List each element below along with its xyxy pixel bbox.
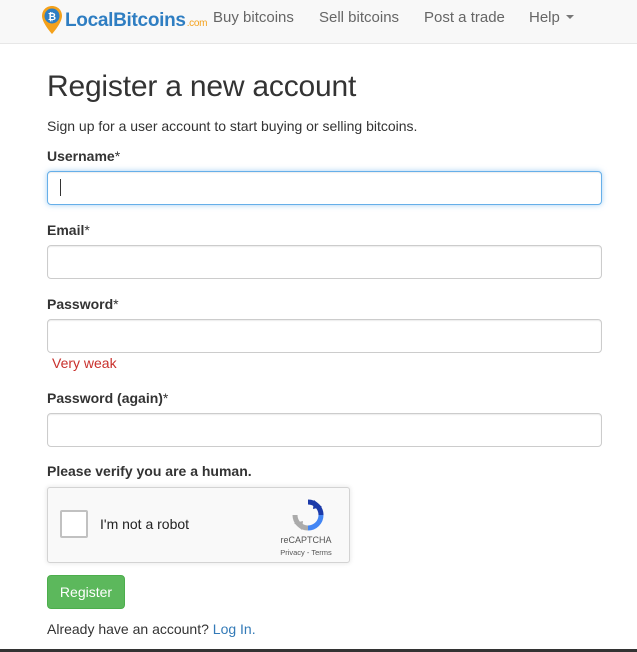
email-label: Email* xyxy=(47,222,90,238)
nav-sell-bitcoins[interactable]: Sell bitcoins xyxy=(319,0,399,44)
password-again-input[interactable] xyxy=(47,413,602,447)
human-verification-label: Please verify you are a human. xyxy=(47,463,252,479)
brand-name: LocalBitcoins.com xyxy=(65,9,208,31)
recaptcha-label: I'm not a robot xyxy=(100,516,190,532)
username-label: Username* xyxy=(47,148,121,164)
nav-help-dropdown[interactable]: Help xyxy=(529,0,574,44)
recaptcha-logo-icon xyxy=(291,498,325,532)
email-input[interactable] xyxy=(47,245,602,279)
nav-help-label: Help xyxy=(529,9,560,26)
recaptcha-checkbox[interactable] xyxy=(60,510,88,538)
recaptcha-terms-link[interactable]: Terms xyxy=(311,548,331,557)
login-link[interactable]: Log In. xyxy=(213,621,256,637)
text-cursor xyxy=(60,179,61,196)
recaptcha-widget: I'm not a robot reCAPTCHA Privacy - Term… xyxy=(47,487,350,563)
page-subtitle: Sign up for a user account to start buyi… xyxy=(47,118,418,134)
username-input[interactable] xyxy=(47,171,602,205)
recaptcha-privacy-link[interactable]: Privacy xyxy=(280,548,305,557)
caret-down-icon xyxy=(565,15,574,20)
register-button[interactable]: Register xyxy=(47,575,125,609)
nav-post-a-trade[interactable]: Post a trade xyxy=(424,0,505,44)
brand-logo[interactable]: ₿ LocalBitcoins.com xyxy=(41,4,207,36)
recaptcha-brand: reCAPTCHA xyxy=(280,535,332,545)
bitcoin-pin-icon: ₿ xyxy=(41,5,63,35)
required-mark: * xyxy=(114,148,121,164)
brand-suffix: .com xyxy=(186,17,208,29)
login-prompt-text: Already have an account? xyxy=(47,621,209,637)
password-again-label: Password (again)* xyxy=(47,390,169,406)
required-mark: * xyxy=(113,296,119,312)
page-title: Register a new account xyxy=(47,70,357,103)
password-strength-indicator: Very weak xyxy=(52,355,117,371)
nav-buy-bitcoins[interactable]: Buy bitcoins xyxy=(213,0,294,44)
required-mark: * xyxy=(162,390,169,406)
password-input[interactable] xyxy=(47,319,602,353)
top-navbar: ₿ LocalBitcoins.com Buy bitcoins Sell bi… xyxy=(0,0,637,44)
login-prompt: Already have an account? Log In. xyxy=(47,621,256,637)
svg-text:₿: ₿ xyxy=(48,11,56,23)
required-mark: * xyxy=(84,222,90,238)
recaptcha-links: Privacy - Terms xyxy=(270,548,342,557)
password-label: Password* xyxy=(47,296,119,312)
